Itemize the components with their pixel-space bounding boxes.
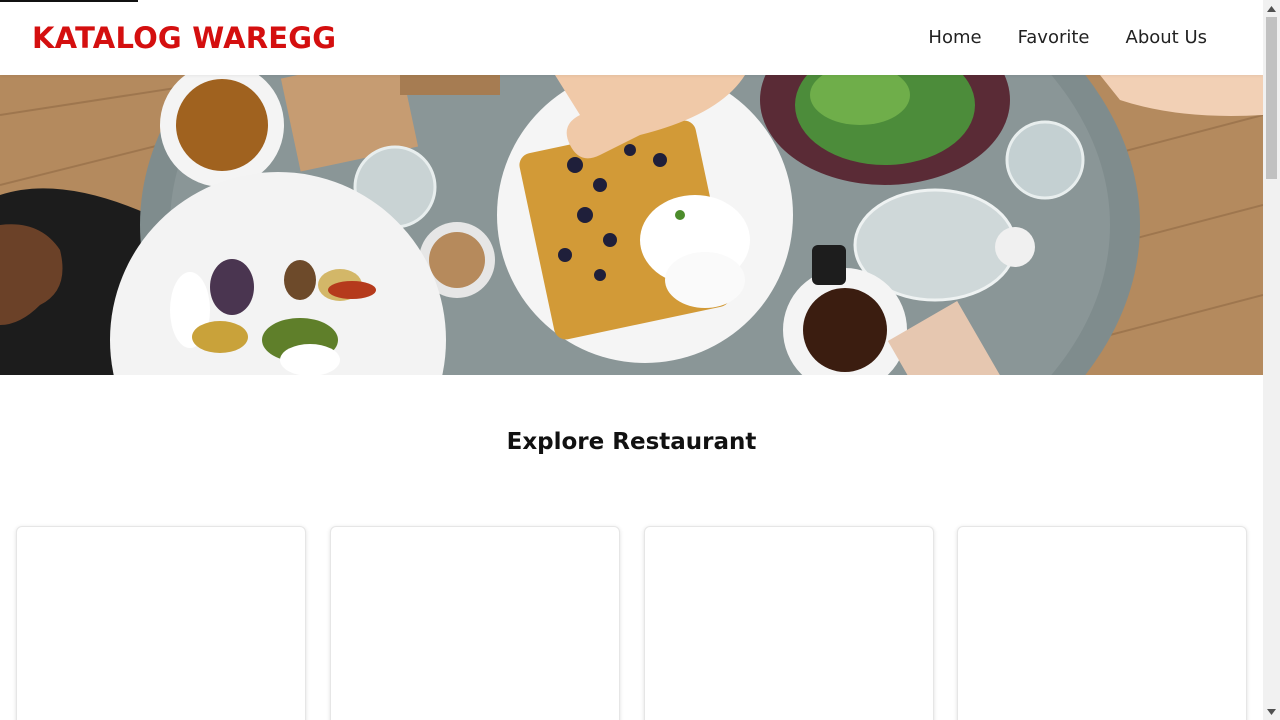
restaurant-card[interactable] bbox=[330, 526, 620, 720]
app-header: KATALOG WAREGG Home Favorite About Us bbox=[0, 0, 1263, 75]
nav-about-link[interactable]: About Us bbox=[1126, 26, 1208, 50]
hero-image bbox=[0, 75, 1263, 375]
restaurant-card[interactable] bbox=[16, 526, 306, 720]
restaurant-card[interactable] bbox=[644, 526, 934, 720]
vertical-scrollbar[interactable] bbox=[1263, 0, 1280, 720]
main-nav: Home Favorite About Us bbox=[892, 26, 1207, 50]
scroll-up-arrow-icon[interactable] bbox=[1263, 0, 1280, 17]
brand-logo-link[interactable]: KATALOG WAREGG bbox=[32, 19, 336, 57]
scroll-down-arrow-icon[interactable] bbox=[1263, 703, 1280, 720]
nav-home-link[interactable]: Home bbox=[928, 26, 981, 50]
focus-indicator bbox=[0, 0, 138, 2]
scrollbar-thumb[interactable] bbox=[1266, 17, 1277, 179]
page: KATALOG WAREGG Home Favorite About Us Ex… bbox=[0, 0, 1263, 720]
nav-favorite-link[interactable]: Favorite bbox=[1018, 26, 1090, 50]
restaurant-card[interactable] bbox=[957, 526, 1247, 720]
section-title: Explore Restaurant bbox=[506, 429, 757, 455]
